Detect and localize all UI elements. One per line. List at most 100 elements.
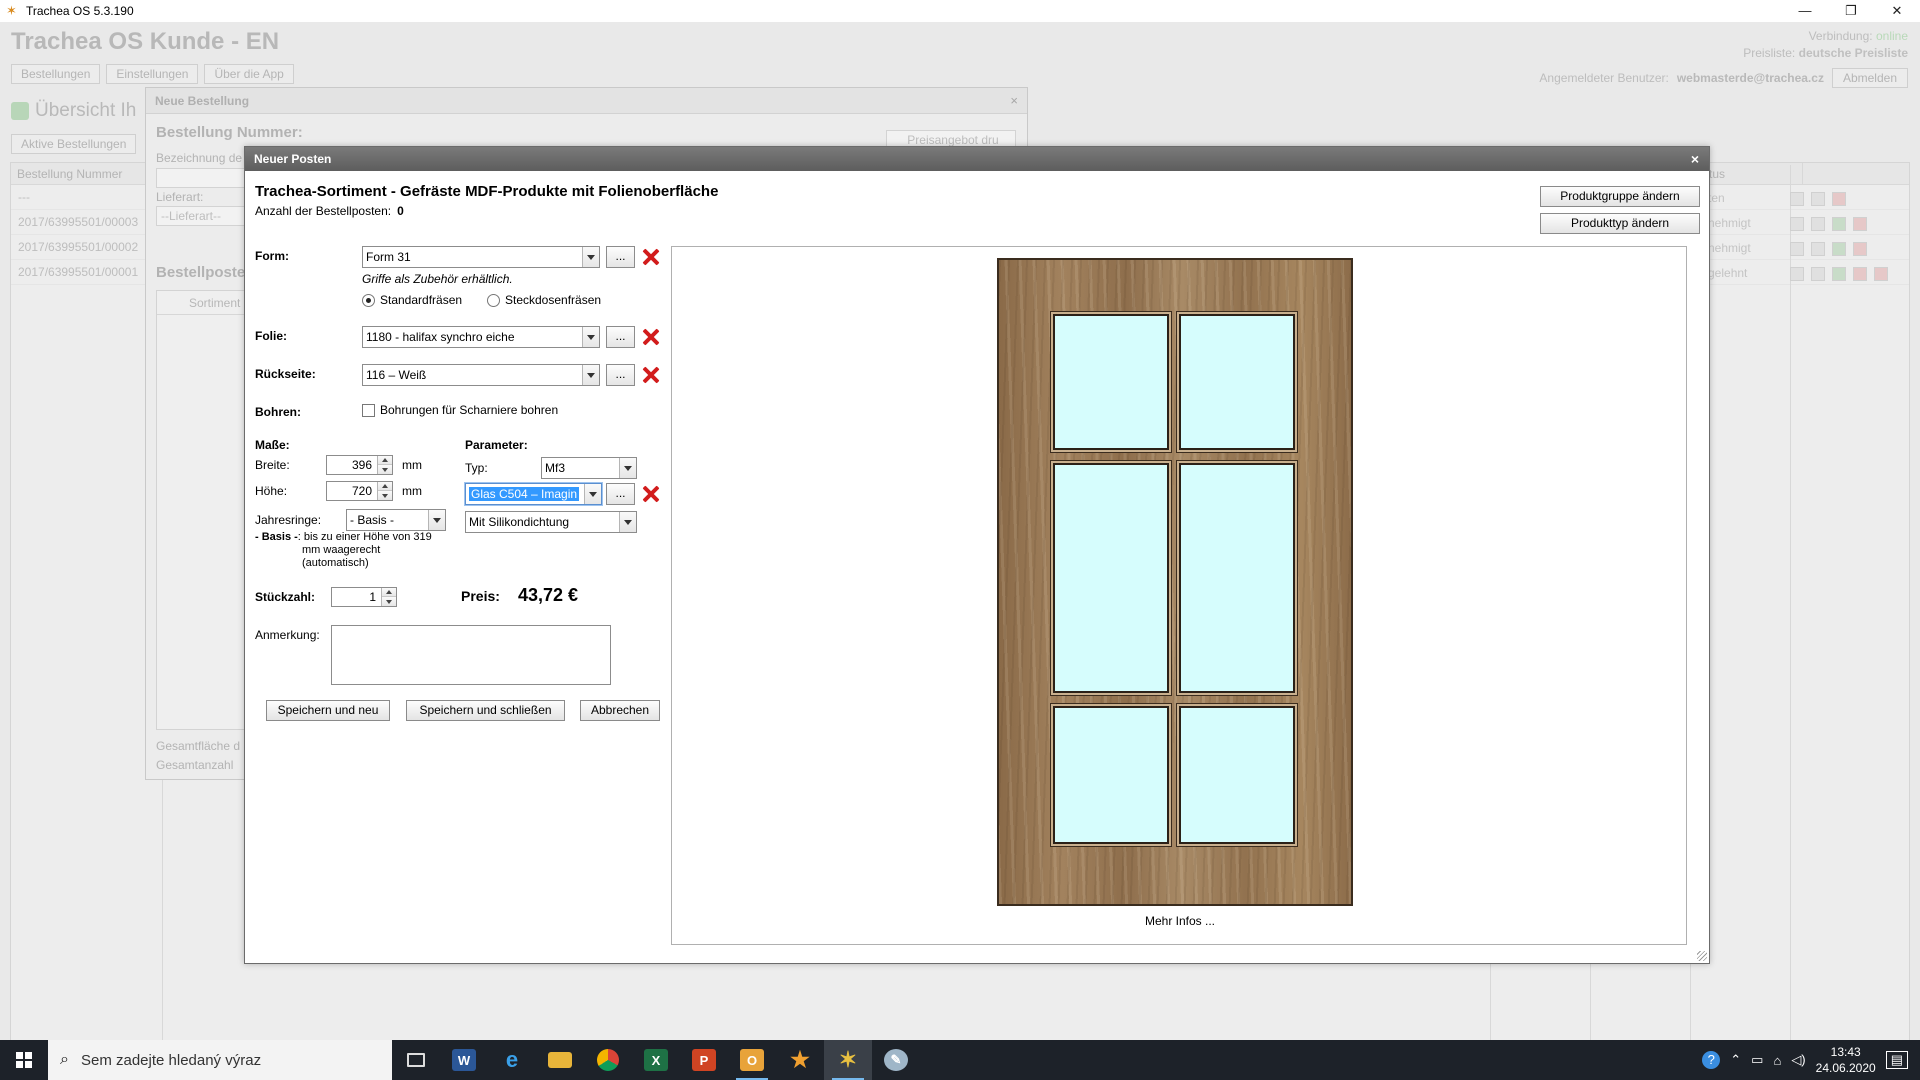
radio-socket-indicator[interactable] [487,293,500,307]
form-clear-icon[interactable] [642,248,660,266]
glass-browse-button[interactable]: ... [606,483,635,505]
chrome-icon[interactable] [584,1040,632,1080]
nav-settings-button[interactable]: Einstellungen [106,64,199,84]
document-icon[interactable] [1790,241,1804,256]
radio-socket[interactable]: Steckdosenfräsen [487,293,601,307]
powerpoint-icon[interactable]: P [680,1040,728,1080]
change-product-group-button[interactable]: Produktgruppe ändern [1540,186,1700,207]
edit-icon[interactable] [1811,191,1825,206]
rings-select[interactable]: - Basis - [346,509,446,531]
resize-grip-icon[interactable] [1697,951,1707,961]
notification-icon[interactable]: ▤ [1885,1051,1908,1069]
save-and-close-button[interactable]: Speichern und schließen [406,700,565,721]
height-stepper[interactable]: 720 [326,481,393,501]
drill-checkbox-box[interactable] [362,403,375,417]
more-info-link[interactable]: Mehr Infos ... [672,914,1688,928]
preview-icon[interactable] [1811,216,1825,231]
csv-icon[interactable] [1832,241,1846,256]
paint-icon[interactable]: ✎ [872,1040,920,1080]
foil-browse-button[interactable]: ... [606,326,635,348]
drill-checkbox[interactable]: Bohrungen für Scharniere bohren [362,403,558,417]
chevron-up-icon[interactable]: ⌃ [1730,1052,1741,1068]
pdf-icon[interactable] [1853,241,1867,256]
clock[interactable]: 13:43 24.06.2020 [1816,1044,1876,1076]
qty-stepper[interactable]: 1 [331,587,397,607]
chevron-down-icon[interactable] [584,484,601,504]
back-clear-icon[interactable] [642,366,660,384]
chevron-down-icon[interactable] [428,510,445,530]
width-stepper[interactable]: 396 [326,455,393,475]
width-down-icon[interactable] [378,465,392,474]
designation-input[interactable] [156,168,256,188]
volume-icon[interactable]: ◁) [1791,1052,1805,1068]
glass-select[interactable]: Glas C504 – Imagin [465,483,602,505]
battery-icon[interactable]: ▭ [1751,1052,1763,1068]
clock-time: 13:43 [1830,1045,1861,1059]
taskbar-search[interactable]: ⌕ Sem zadejte hledaný výraz [48,1040,392,1080]
start-button[interactable] [0,1040,48,1080]
document-icon[interactable] [1790,266,1804,281]
qty-up-icon[interactable] [382,588,396,597]
preview-icon[interactable] [1811,241,1825,256]
change-product-type-button[interactable]: Produkttyp ändern [1540,213,1700,234]
nav-about-button[interactable]: Über die App [204,64,294,84]
trachea-app-icon[interactable]: ✶ [824,1040,872,1080]
radio-standard-indicator[interactable] [362,293,375,307]
restore-button[interactable]: ❐ [1828,0,1874,22]
delete-icon[interactable] [1874,266,1888,281]
chevron-down-icon[interactable] [582,247,599,267]
chevron-down-icon[interactable] [582,327,599,347]
outlook-icon[interactable]: O [728,1040,776,1080]
pdf-icon[interactable] [1853,266,1867,281]
width-up-icon[interactable] [378,456,392,465]
chevron-down-icon[interactable] [619,512,636,532]
seal-select[interactable]: Mit Silikondichtung [465,511,637,533]
refresh-icon[interactable] [11,102,29,120]
glass-clear-icon[interactable] [642,485,660,503]
new-item-close-button[interactable]: × [1691,147,1699,171]
document-icon[interactable] [1790,216,1804,231]
excel-icon[interactable]: X [632,1040,680,1080]
form-select[interactable]: Form 31 [362,246,600,268]
logout-button[interactable]: Abmelden [1831,68,1908,88]
height-up-icon[interactable] [378,482,392,491]
active-orders-tab[interactable]: Aktive Bestellungen [11,134,137,154]
chevron-down-icon[interactable] [582,365,599,385]
new-order-close-button[interactable]: × [1010,88,1018,114]
network-icon[interactable]: ⌂ [1773,1053,1781,1068]
close-window-button[interactable]: ✕ [1874,0,1920,22]
task-view-icon[interactable] [392,1040,440,1080]
delete-icon[interactable] [1832,191,1846,206]
file-explorer-icon[interactable] [536,1040,584,1080]
edge-icon[interactable]: e [488,1040,536,1080]
help-icon[interactable]: ? [1702,1051,1721,1069]
word-icon[interactable]: W [440,1040,488,1080]
csv-icon[interactable] [1832,216,1846,231]
star-app-icon[interactable]: ★ [776,1040,824,1080]
foil-select[interactable]: 1180 - halifax synchro eiche [362,326,600,348]
save-and-new-button[interactable]: Speichern und neu [266,700,390,721]
cancel-button[interactable]: Abbrechen [580,700,660,721]
qty-down-icon[interactable] [382,597,396,606]
col-order-number[interactable]: Bestellung Nummer [11,163,163,184]
remark-textarea[interactable] [331,625,611,685]
chevron-down-icon[interactable] [619,458,636,478]
document-icon[interactable] [1790,191,1804,206]
pdf-icon[interactable] [1853,216,1867,231]
preview-icon[interactable] [1811,266,1825,281]
foil-clear-icon[interactable] [642,328,660,346]
minimize-button[interactable]: — [1782,0,1828,22]
radio-standard[interactable]: Standardfräsen [362,293,462,307]
delivery-select[interactable]: --Lieferart-- [156,206,256,226]
rings-note-text: : bis zu einer Höhe von 319 [297,531,432,543]
type-select[interactable]: Mf3 [541,457,637,479]
csv-icon[interactable] [1832,266,1846,281]
nav-orders-button[interactable]: Bestellungen [11,64,101,84]
back-select[interactable]: 116 – Weiß [362,364,600,386]
status-cell: gelehnt [1708,266,1748,280]
form-browse-button[interactable]: ... [606,246,635,268]
height-down-icon[interactable] [378,491,392,500]
col-status[interactable]: tus [1703,163,1803,184]
active-orders-tab-label[interactable]: Aktive Bestellungen [11,134,137,154]
back-browse-button[interactable]: ... [606,364,635,386]
